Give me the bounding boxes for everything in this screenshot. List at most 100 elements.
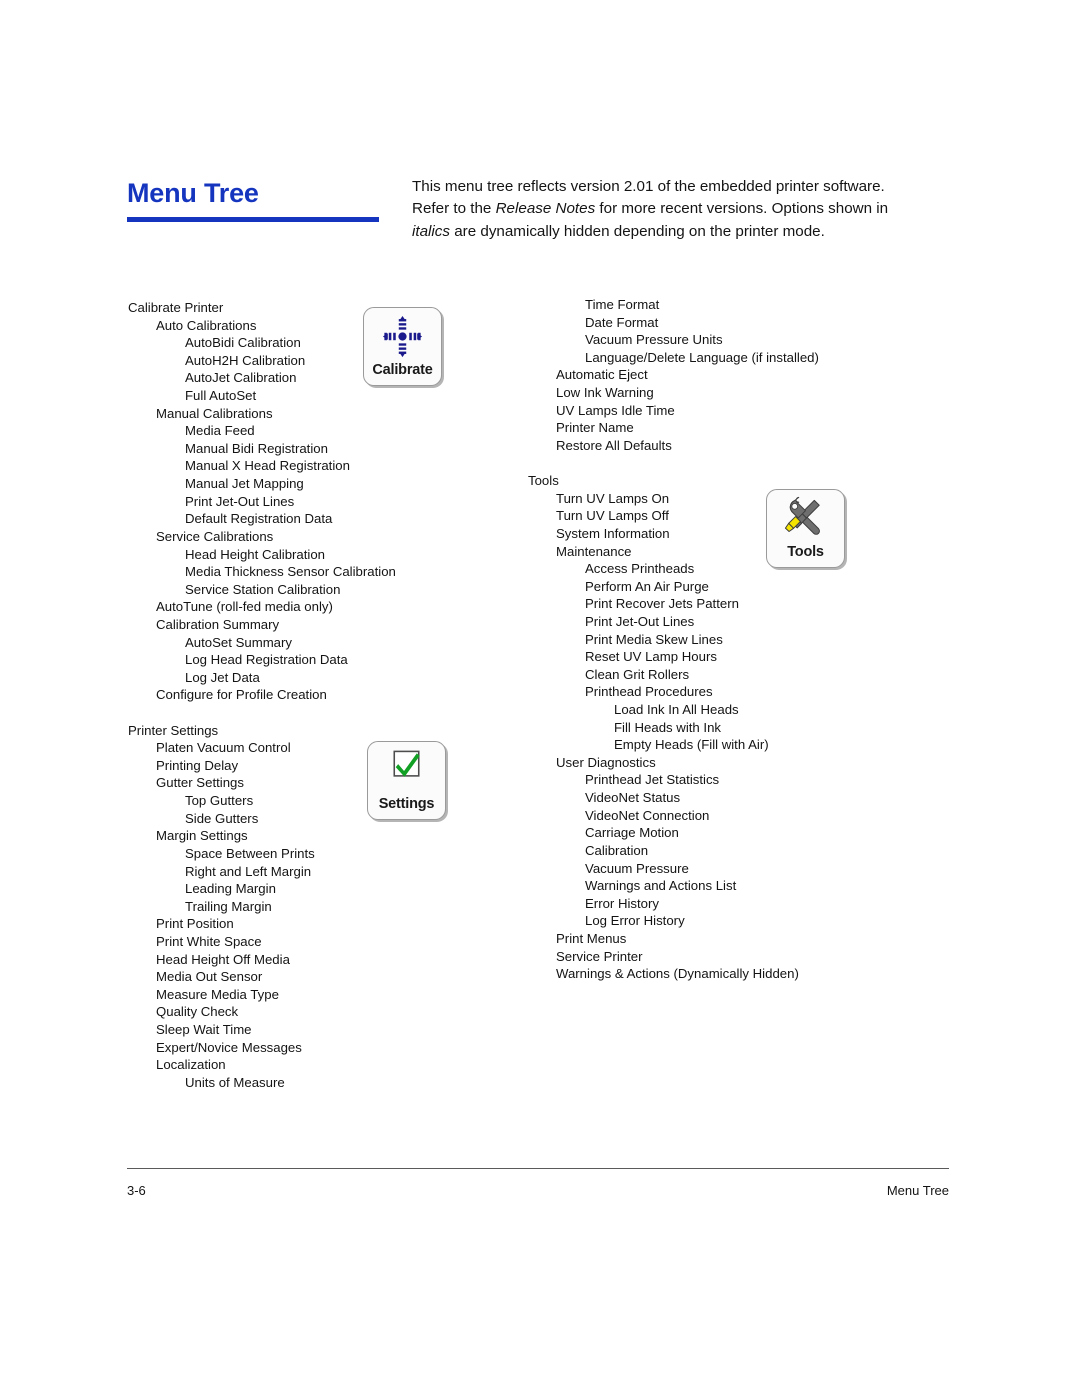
- menu-tree-item: Access Printheads: [585, 561, 695, 577]
- menu-tree-item: Perform An Air Purge: [585, 578, 709, 594]
- document-page: Menu Tree This menu tree reflects versio…: [0, 0, 1080, 1397]
- menu-tree-item: Printing Delay: [156, 757, 239, 773]
- wrench-screwdriver-icon: [767, 495, 844, 542]
- menu-tree-right-column: Time Format Date Format Vacuum Pressure Un…: [528, 296, 948, 983]
- menu-tree-item: Calibrate Printer: [128, 300, 224, 315]
- menu-tree-item: Margin Settings: [156, 828, 248, 844]
- menu-tree-item: Reset UV Lamp Hours: [585, 649, 717, 665]
- menu-tree-item: Printer Settings: [128, 722, 219, 738]
- green-checkmark-box-icon: [368, 747, 445, 794]
- intro-emphasis-1: Release Notes: [495, 200, 596, 218]
- settings-icon-button[interactable]: Settings: [367, 741, 446, 820]
- menu-tree-item: Printhead Jet Statistics: [585, 772, 720, 788]
- menu-tree-item: Platen Vacuum Control: [156, 740, 291, 756]
- menu-tree-item: AutoTune (roll-fed media only): [156, 599, 333, 615]
- menu-tree-item: Sleep Wait Time: [156, 1021, 252, 1037]
- menu-tree-left-column: Calibrate Printer Auto Calibrations AutoBi…: [128, 299, 508, 1091]
- menu-tree-item: Error History: [585, 895, 659, 911]
- intro-paragraph: This menu tree reflects version 2.01 of …: [412, 176, 922, 243]
- menu-tree-item: Service Printer: [556, 948, 643, 964]
- calibrate-crosshair-icon: [364, 313, 441, 360]
- menu-tree-item: Service Calibrations: [156, 528, 274, 544]
- menu-tree-item: System Information: [556, 525, 670, 541]
- tools-icon-button[interactable]: Tools: [766, 489, 845, 568]
- menu-tree-item: Media Out Sensor: [156, 969, 263, 985]
- menu-tree-item: Side Gutters: [185, 810, 259, 826]
- menu-tree-item: Expert/Novice Messages: [156, 1039, 302, 1055]
- intro-text-4: are dynamically hidden depending on the …: [449, 222, 825, 240]
- page-header: Menu Tree This menu tree reflects versio…: [127, 178, 947, 288]
- menu-tree-item: Carriage Motion: [585, 825, 679, 841]
- menu-tree-item: AutoBidi Calibration: [185, 335, 301, 351]
- menu-tree-item: VideoNet Status: [585, 790, 681, 806]
- menu-tree-item: Printer Name: [556, 420, 634, 436]
- menu-tree-item: VideoNet Connection: [585, 807, 710, 823]
- menu-tree-item: Localization: [156, 1057, 226, 1073]
- menu-tree-item: Low Ink Warning: [556, 385, 654, 401]
- intro-emphasis-3: italics: [412, 222, 450, 240]
- menu-tree-item: Top Gutters: [185, 793, 254, 809]
- menu-tree-item: Media Feed: [185, 423, 255, 439]
- menu-tree-item: Vacuum Pressure Units: [585, 332, 723, 348]
- menu-tree-item: Configure for Profile Creation: [156, 687, 327, 703]
- menu-tree-item: Units of Measure: [185, 1074, 285, 1090]
- menu-tree-item: Turn UV Lamps Off: [556, 508, 669, 524]
- menu-tree-item: Manual Calibrations: [156, 405, 273, 421]
- intro-text-2: for more recent versions. Options shown …: [595, 200, 889, 218]
- menu-tree-item: Automatic Eject: [556, 367, 648, 383]
- menu-tree-item: Full AutoSet: [185, 388, 257, 404]
- footer-rule: [127, 1168, 949, 1169]
- menu-tree-item: Trailing Margin: [185, 898, 272, 914]
- menu-tree-item: Fill Heads with Ink: [614, 719, 722, 735]
- menu-tree-item: Auto Calibrations: [156, 317, 257, 333]
- menu-tree-item: Right and Left Margin: [185, 863, 312, 879]
- menu-tree-item: Manual X Head Registration: [185, 458, 350, 474]
- menu-tree-item: Calibration Summary: [156, 616, 280, 632]
- menu-tree-item: Leading Margin: [185, 881, 276, 897]
- menu-tree-item: Load Ink In All Heads: [614, 702, 739, 718]
- menu-tree-item: Default Registration Data: [185, 511, 333, 527]
- menu-tree-item: Clean Grit Rollers: [585, 666, 690, 682]
- menu-tree-item: Head Height Calibration: [185, 546, 326, 562]
- menu-tree-item: Warnings & Actions (Dynamically Hidden): [556, 966, 799, 982]
- menu-tree-item: Space Between Prints: [185, 845, 315, 861]
- menu-tree-item: Log Jet Data: [185, 669, 260, 685]
- menu-tree-item: Calibration: [585, 842, 649, 858]
- menu-tree-item: Maintenance: [556, 543, 632, 559]
- menu-tree-item: UV Lamps Idle Time: [556, 402, 675, 418]
- page-title: Menu Tree: [127, 178, 259, 208]
- settings-icon-caption: Settings: [378, 796, 435, 812]
- menu-tree-item: Tools: [528, 473, 559, 489]
- menu-tree-item: Head Height Off Media: [156, 951, 290, 967]
- menu-tree-item: Manual Jet Mapping: [185, 476, 304, 492]
- menu-tree-item: Print Position: [156, 916, 234, 932]
- footer-page-number: 3-6: [127, 1183, 146, 1198]
- menu-tree-item: Log Error History: [585, 913, 685, 929]
- menu-tree-item: Turn UV Lamps On: [556, 490, 670, 506]
- menu-tree-item: Print Recover Jets Pattern: [585, 596, 739, 612]
- menu-tree-item: Time Format: [585, 297, 660, 312]
- menu-tree-item: Print Jet-Out Lines: [185, 493, 295, 509]
- menu-tree-item: AutoH2H Calibration: [185, 352, 306, 368]
- calibrate-icon-caption: Calibrate: [372, 362, 433, 378]
- menu-tree-item: Empty Heads (Fill with Air): [614, 737, 769, 753]
- menu-tree-item: Print Jet-Out Lines: [585, 613, 695, 629]
- menu-tree-item: Restore All Defaults: [556, 437, 672, 453]
- menu-tree-item: Print Media Skew Lines: [585, 631, 723, 647]
- menu-tree-item: Service Station Calibration: [185, 581, 341, 597]
- menu-tree-item: Log Head Registration Data: [185, 652, 348, 668]
- menu-tree-item: Date Format: [585, 314, 659, 330]
- footer-section-label: Menu Tree: [886, 1183, 949, 1198]
- menu-tree-item: Printhead Procedures: [585, 684, 713, 700]
- menu-tree-item: Gutter Settings: [156, 775, 244, 791]
- calibrate-icon-button[interactable]: Calibrate: [363, 307, 442, 386]
- menu-tree-item: Warnings and Actions List: [585, 878, 737, 894]
- menu-tree-item: Print Menus: [556, 930, 627, 946]
- menu-tree-item: Manual Bidi Registration: [185, 440, 328, 456]
- menu-tree-item: Print White Space: [156, 933, 262, 949]
- menu-tree-item: AutoSet Summary: [185, 634, 293, 650]
- menu-tree-item: Media Thickness Sensor Calibration: [185, 564, 396, 580]
- menu-tree-item: AutoJet Calibration: [185, 370, 297, 386]
